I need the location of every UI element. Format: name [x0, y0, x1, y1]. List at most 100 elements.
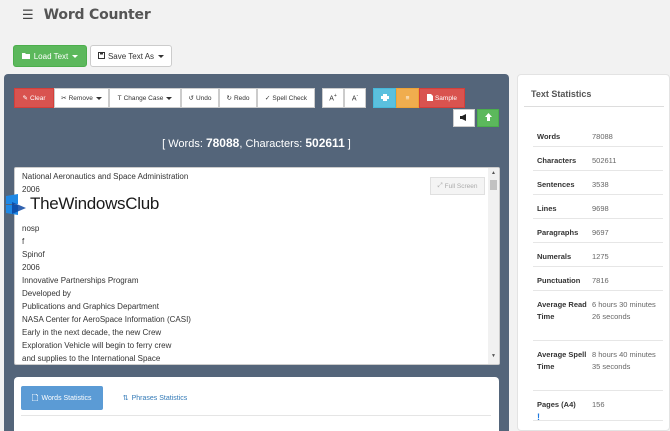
stat-row: Characters 502611 [533, 147, 663, 171]
remove-label: Remove [68, 94, 93, 102]
font-decrease-button[interactable]: A- [344, 88, 366, 108]
editor-scrollbar[interactable]: ▲ ▼ [488, 168, 499, 364]
editor-line: NASA Center for AeroSpace Information (C… [22, 315, 191, 324]
tab-phrases-statistics[interactable]: ⇅ Phrases Statistics [110, 386, 200, 410]
text-statistics-panel: Text Statistics Words 78088 Characters 5026… [517, 74, 670, 431]
chevron-down-icon [72, 54, 79, 58]
stat-label: Pages (A4)! [533, 391, 589, 423]
font-increase-button[interactable]: A+ [322, 88, 344, 108]
spell-check-button[interactable]: ✓ Spell Check [257, 88, 315, 108]
editor-line: Early in the next decade, the new Crew [22, 328, 162, 337]
chars-count-value: 502611 [305, 136, 345, 150]
editor-line: Spinof [22, 250, 45, 259]
app-title: Word Counter [43, 7, 151, 23]
folder-open-icon [21, 52, 31, 61]
statistics-table: Words 78088 Characters 502611 Sentences 3538 L… [533, 123, 663, 423]
sort-icon: ⇅ [122, 395, 129, 402]
editor-line: nosp [22, 224, 40, 233]
stat-row: Words 78088 [533, 123, 663, 147]
redo-label: Redo [233, 94, 250, 102]
undo-button[interactable]: ↺ Undo [181, 88, 219, 108]
format-button[interactable]: ≡ [396, 88, 419, 108]
stat-row: Sentences 3538 [533, 171, 663, 195]
hamburger-icon[interactable]: ☰ [22, 8, 34, 23]
document-icon [32, 393, 39, 403]
tab-phrases-label: Phrases Statistics [131, 394, 188, 402]
clear-button[interactable]: ✎ Clear [14, 88, 54, 108]
watermark-text: TheWindowsClub [30, 194, 160, 213]
chevron-down-icon [95, 96, 102, 100]
top-bar: ☰ Word Counter [0, 0, 670, 30]
stat-value: 9697 [592, 228, 609, 237]
tab-words-statistics[interactable]: Words Statistics [21, 386, 103, 410]
editor-line: 2006 [22, 263, 40, 272]
words-count-label: Words: [168, 138, 203, 150]
scroll-up-button[interactable] [477, 109, 499, 127]
change-case-label: Change Case [123, 94, 164, 102]
stat-label: Paragraphs [537, 228, 579, 237]
sample-label: Sample [434, 94, 458, 102]
print-button[interactable] [373, 88, 396, 108]
redo-button[interactable]: ↻ Redo [219, 88, 257, 108]
full-screen-button[interactable]: ⤢ Full Screen [430, 177, 485, 195]
stat-value: 6 hours 30 minutes 26 seconds [592, 300, 656, 321]
stat-label: Sentences [537, 180, 575, 189]
tab-divider [21, 415, 491, 416]
stat-row: Pages (A4)! 156 [533, 391, 663, 423]
text-case-icon: T [117, 94, 122, 102]
editor-line: National Aeronautics and Space Administr… [22, 172, 189, 181]
words-count-value: 78088 [205, 136, 240, 150]
statistics-tabs-card: Words Statistics ⇅ Phrases Statistics [14, 377, 499, 431]
scroll-up-arrow-icon[interactable]: ▲ [491, 170, 496, 176]
editor-toolbar: ✎ Clear ✂ Remove T Change Case ↺ Undo ↻ … [14, 88, 465, 108]
chevron-down-icon [158, 54, 165, 58]
megaphone-icon [459, 113, 469, 123]
stat-value: 156 [592, 400, 605, 409]
info-icon[interactable]: ! [537, 411, 589, 423]
stat-label: Average Read Time [537, 300, 587, 321]
thewindowsclub-logo [4, 192, 28, 216]
editor-line: and supplies to the International Space [22, 354, 161, 363]
stat-value: 8 hours 40 minutes 35 seconds [592, 350, 656, 371]
load-text-label: Load Text [33, 51, 69, 61]
editor-line: Innovative Partnerships Program [22, 276, 139, 285]
editor-line: Developed by [22, 289, 71, 298]
speak-button[interactable] [453, 109, 475, 127]
file-icon [426, 93, 433, 103]
editor-line: Publications and Graphics Department [22, 302, 159, 311]
text-statistics-title: Text Statistics [531, 89, 592, 99]
stat-value: 1275 [592, 252, 609, 261]
font-increase-icon: A+ [329, 93, 337, 103]
expand-icon: ⤢ [437, 182, 443, 189]
chevron-down-icon [166, 96, 173, 100]
stat-row: Average Read Time 6 hours 30 minutes 26 s… [533, 291, 663, 341]
save-text-as-button[interactable]: Save Text As [90, 45, 172, 67]
editor-line: Exploration Vehicle will begin to ferry … [22, 341, 172, 350]
clear-label: Clear [29, 94, 46, 102]
sample-button[interactable]: Sample [419, 88, 465, 108]
chars-count-label: Characters: [245, 138, 303, 150]
scroll-down-arrow-icon[interactable]: ▼ [491, 353, 496, 359]
change-case-button[interactable]: T Change Case [109, 88, 181, 108]
stat-label: Punctuation [537, 276, 581, 285]
remove-button[interactable]: ✂ Remove [54, 88, 109, 108]
editor-line: f [22, 237, 25, 246]
stat-label: Numerals [537, 252, 572, 261]
stat-value: 78088 [592, 132, 613, 141]
tab-words-label: Words Statistics [41, 394, 92, 402]
word-char-count: [ Words: 78088, Characters: 502611 ] [162, 136, 351, 150]
load-text-button[interactable]: Load Text [13, 45, 87, 67]
stat-row: Lines 9698 [533, 195, 663, 219]
title-divider [524, 106, 664, 107]
scissors-icon: ✂ [61, 95, 67, 102]
scrollbar-thumb[interactable] [490, 180, 497, 190]
stat-label: Words [537, 132, 561, 141]
undo-label: Undo [195, 94, 212, 102]
stat-label: Characters [537, 156, 577, 165]
eraser-icon: ✎ [22, 95, 28, 102]
stat-value: 7816 [592, 276, 609, 285]
stat-row: Numerals 1275 [533, 243, 663, 267]
stat-label: Lines [537, 204, 557, 213]
stat-row: Punctuation 7816 [533, 267, 663, 291]
